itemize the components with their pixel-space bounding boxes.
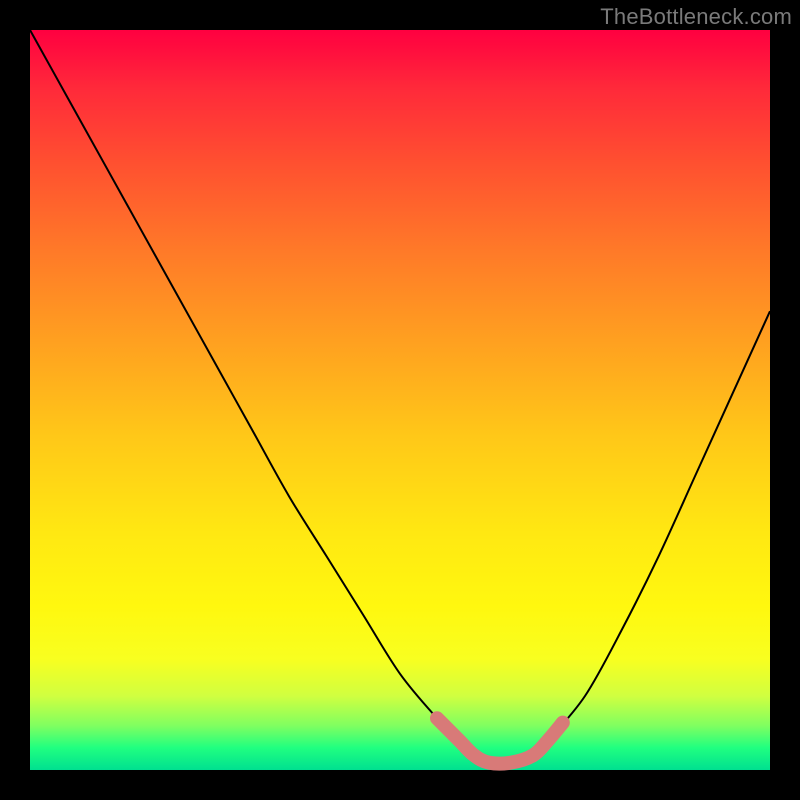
- bottleneck-chart: [30, 30, 770, 770]
- chart-svg: [30, 30, 770, 770]
- watermark-text: TheBottleneck.com: [600, 4, 792, 30]
- optimal-range-highlight: [437, 718, 563, 763]
- bottleneck-curve-line: [30, 30, 770, 764]
